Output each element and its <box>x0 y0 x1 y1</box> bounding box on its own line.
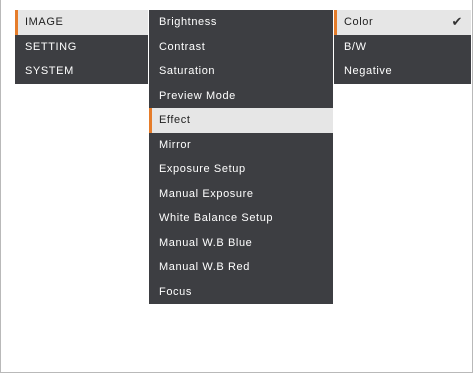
effect-option-bw[interactable]: B/W <box>334 35 471 60</box>
effect-option-color[interactable]: Color ✔ <box>334 10 471 35</box>
main-menu-item-image[interactable]: IMAGE <box>15 10 148 35</box>
main-menu-item-setting[interactable]: SETTING <box>15 35 148 60</box>
submenu-item-mirror[interactable]: Mirror <box>149 133 333 158</box>
main-menu: IMAGE SETTING SYSTEM <box>15 10 148 84</box>
submenu-item-preview-mode[interactable]: Preview Mode <box>149 84 333 109</box>
submenu-item-focus[interactable]: Focus <box>149 280 333 305</box>
effect-option-negative[interactable]: Negative <box>334 59 471 84</box>
submenu-item-white-balance-setup[interactable]: White Balance Setup <box>149 206 333 231</box>
submenu-item-manual-wb-blue[interactable]: Manual W.B Blue <box>149 231 333 256</box>
effect-options-menu: Color ✔ B/W Negative <box>334 10 471 84</box>
submenu-item-contrast[interactable]: Contrast <box>149 35 333 60</box>
submenu-item-brightness[interactable]: Brightness <box>149 10 333 35</box>
submenu-item-effect[interactable]: Effect <box>149 108 333 133</box>
checkmark-icon: ✔ <box>451 14 463 29</box>
submenu-item-exposure-setup[interactable]: Exposure Setup <box>149 157 333 182</box>
submenu-item-manual-wb-red[interactable]: Manual W.B Red <box>149 255 333 280</box>
submenu-item-saturation[interactable]: Saturation <box>149 59 333 84</box>
main-menu-item-system[interactable]: SYSTEM <box>15 59 148 84</box>
image-submenu: Brightness Contrast Saturation Preview M… <box>149 10 333 304</box>
effect-option-label: Color <box>344 16 374 28</box>
submenu-item-manual-exposure[interactable]: Manual Exposure <box>149 182 333 207</box>
